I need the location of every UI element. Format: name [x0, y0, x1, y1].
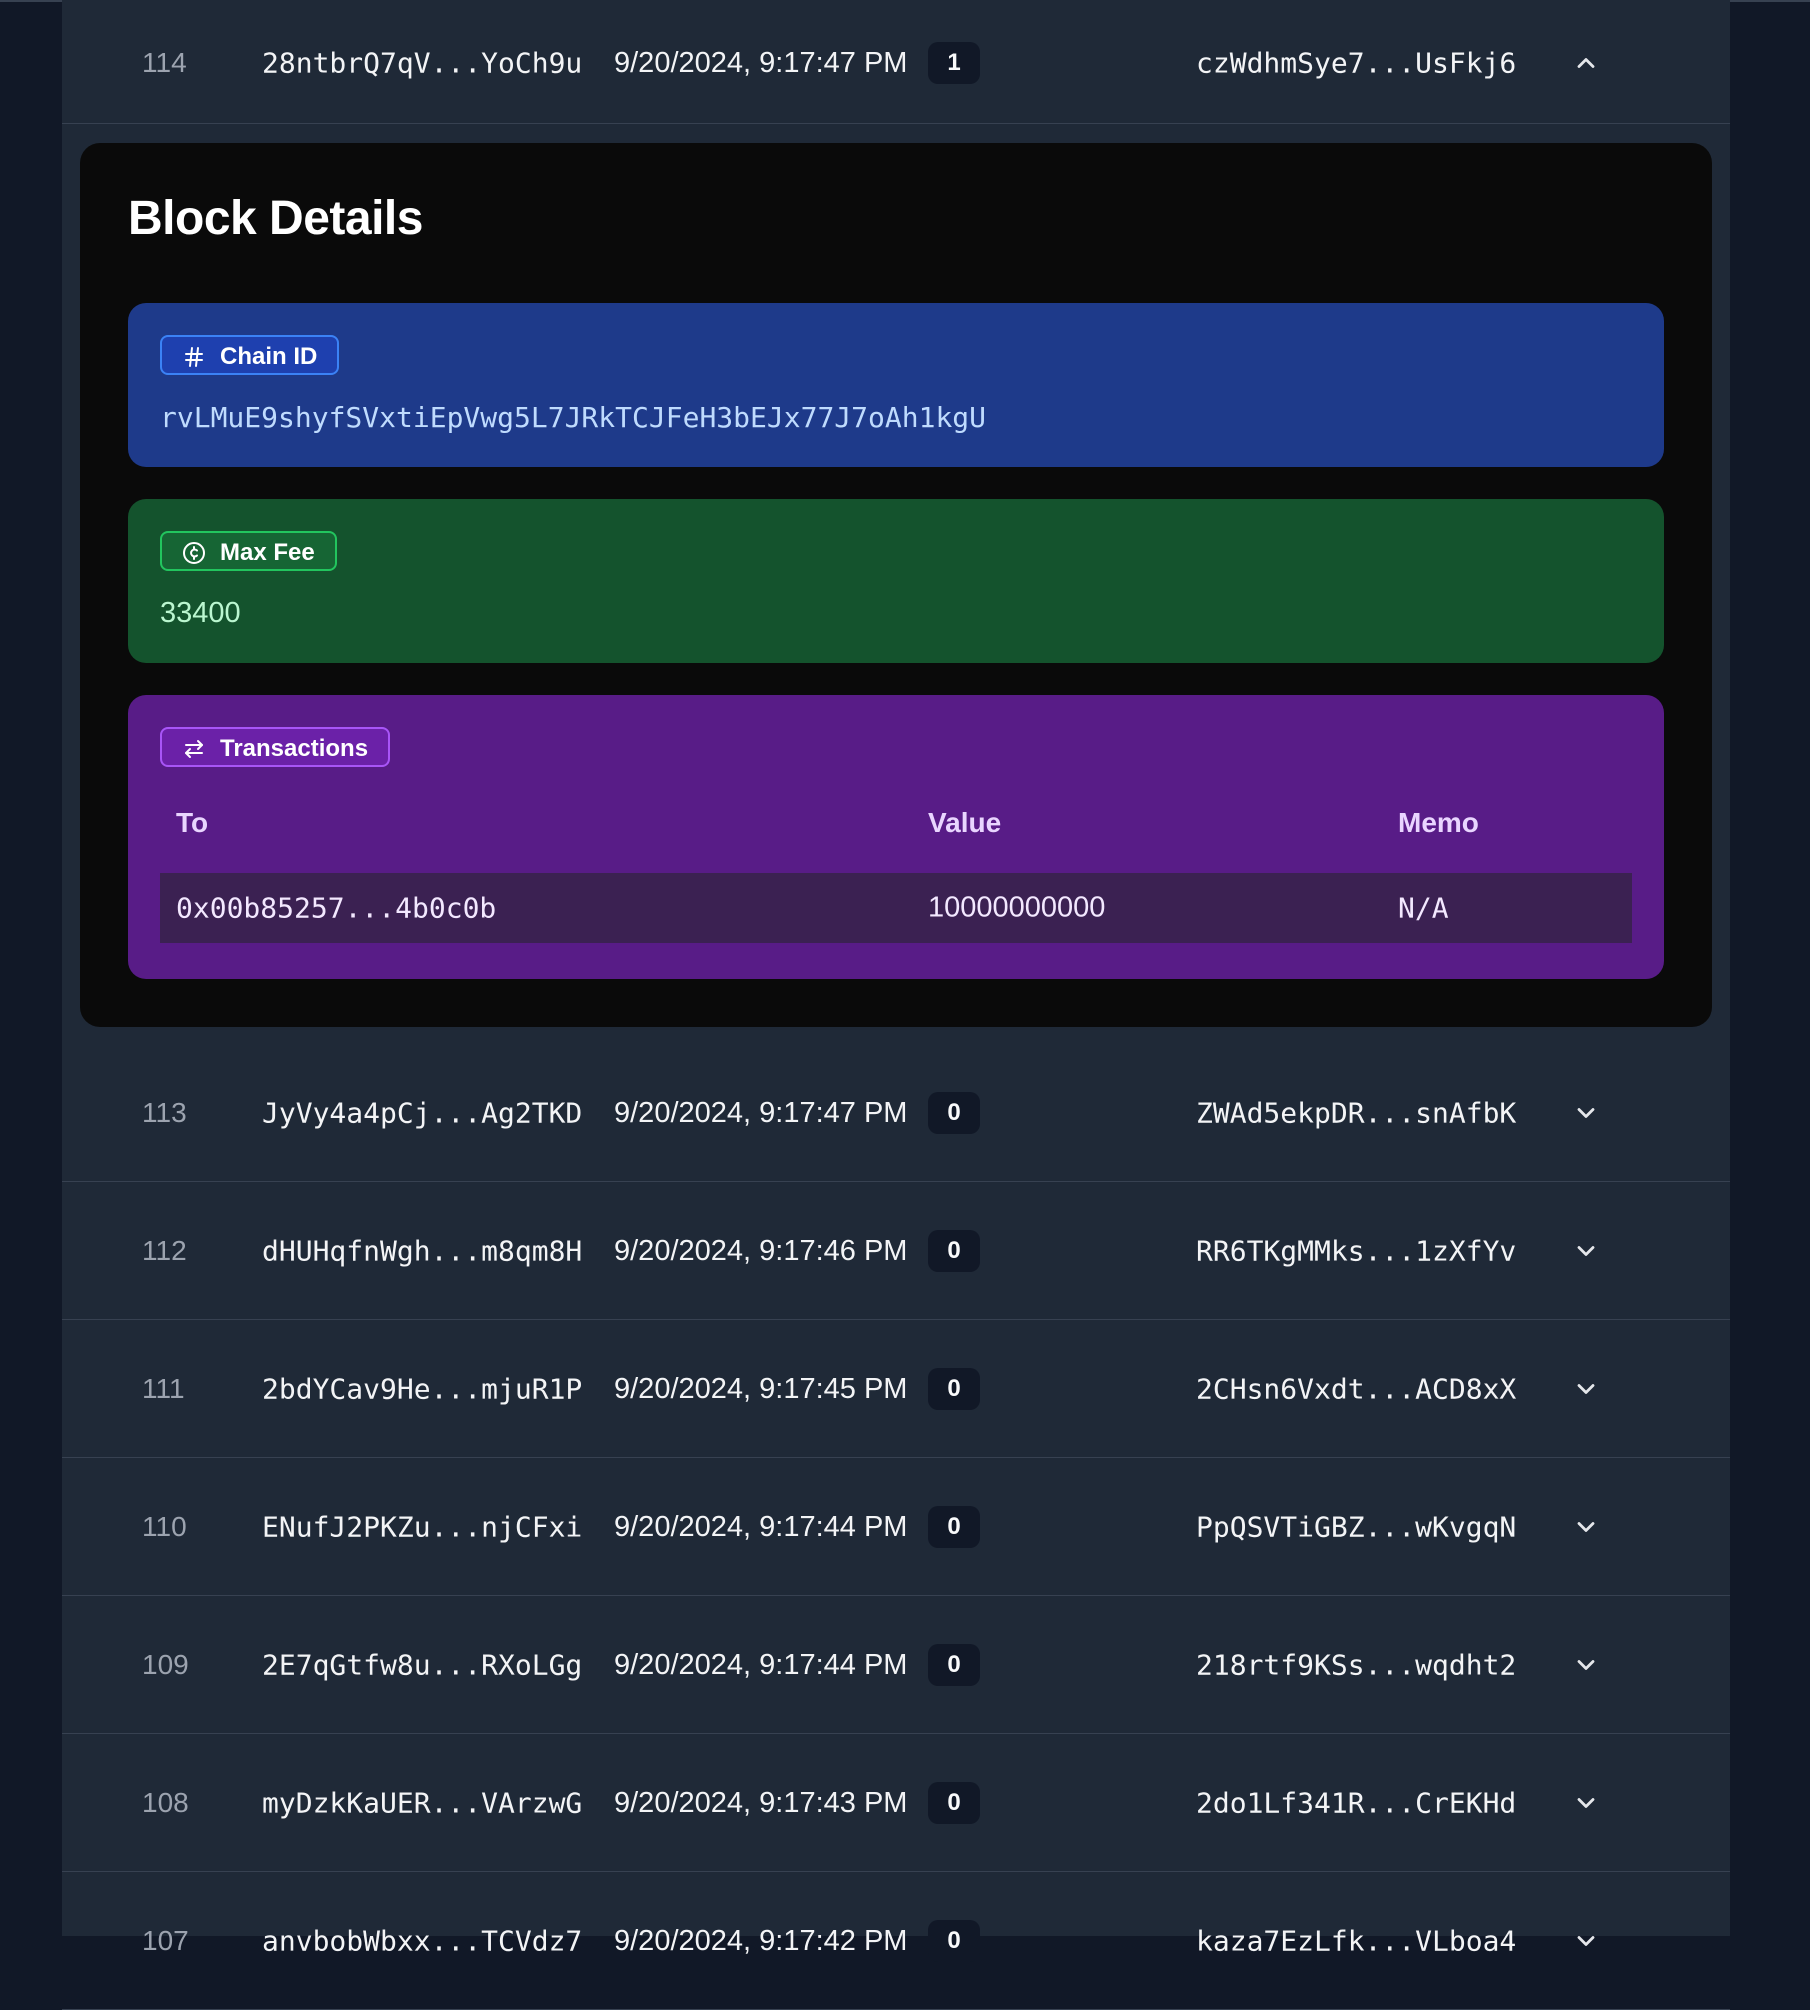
chevron-down-icon[interactable] [1572, 1651, 1600, 1679]
blocks-table: 114 28ntbrQ7qV...YoCh9u 9/20/2024, 9:17:… [62, 0, 1730, 2010]
block-timestamp: 9/20/2024, 9:17:44 PM [614, 1510, 908, 1543]
block-number: 109 [142, 1648, 189, 1680]
chevron-down-icon[interactable] [1572, 1099, 1600, 1127]
block-timestamp: 9/20/2024, 9:17:43 PM [614, 1786, 908, 1819]
chevron-down-icon[interactable] [1572, 1927, 1600, 1955]
transactions-label: Transactions [220, 735, 369, 762]
block-row[interactable]: 108 myDzkKaUER...VArzwG 9/20/2024, 9:17:… [62, 1734, 1730, 1872]
transaction-count-badge: 0 [928, 1367, 980, 1410]
chain-id-value: rvLMuE9shyfSVxtiEpVwg5L7JRkTCJFeH3bEJx77… [160, 401, 987, 434]
block-row[interactable]: 114 28ntbrQ7qV...YoCh9u 9/20/2024, 9:17:… [62, 2, 1730, 124]
block-miner: RR6TKgMMks...1zXfYv [1196, 1234, 1517, 1267]
block-miner: kaza7EzLfk...VLboa4 [1196, 1924, 1517, 1957]
block-timestamp: 9/20/2024, 9:17:47 PM [614, 46, 908, 79]
block-row[interactable]: 113 JyVy4a4pCj...Ag2TKD 9/20/2024, 9:17:… [62, 1044, 1730, 1182]
coin-icon [183, 542, 205, 564]
column-header-value: Value [928, 807, 1002, 838]
block-timestamp: 9/20/2024, 9:17:46 PM [614, 1234, 908, 1267]
block-timestamp: 9/20/2024, 9:17:42 PM [614, 1924, 908, 1957]
block-hash: anvbobWbxx...TCVdz7 [262, 1924, 583, 1957]
block-details-title: Block Details [128, 192, 423, 245]
transaction-count-badge: 0 [928, 1505, 980, 1548]
transaction-count-badge: 0 [928, 1229, 980, 1272]
block-row[interactable]: 112 dHUHqfnWgh...m8qm8H 9/20/2024, 9:17:… [62, 1182, 1730, 1320]
transaction-count-badge: 0 [928, 1091, 980, 1134]
block-number: 113 [142, 1096, 187, 1128]
block-hash: JyVy4a4pCj...Ag2TKD [262, 1096, 583, 1129]
block-hash: 28ntbrQ7qV...YoCh9u [262, 46, 583, 79]
block-number: 112 [142, 1234, 187, 1266]
block-miner: 2CHsn6Vxdt...ACD8xX [1196, 1372, 1517, 1405]
block-miner: czWdhmSye7...UsFkj6 [1196, 46, 1517, 79]
block-number: 107 [142, 1924, 189, 1956]
transactions-tag: Transactions [160, 727, 391, 767]
block-timestamp: 9/20/2024, 9:17:45 PM [614, 1372, 908, 1405]
column-header-to: To [176, 807, 209, 838]
block-miner: PpQSVTiGBZ...wKvgqN [1196, 1510, 1517, 1543]
max-fee-tag: Max Fee [160, 531, 337, 571]
transaction-count-badge: 0 [928, 1919, 980, 1962]
block-miner: 2do1Lf341R...CrEKHd [1196, 1786, 1517, 1819]
transaction-row: 0x00b85257...4b0c0b 10000000000 N/A [160, 873, 1632, 943]
block-miner: ZWAd5ekpDR...snAfbK [1196, 1096, 1517, 1129]
max-fee-value: 33400 [160, 597, 241, 629]
max-fee-card: Max Fee 33400 [128, 499, 1664, 663]
chevron-up-icon[interactable] [1572, 49, 1600, 77]
block-number: 108 [142, 1786, 189, 1818]
block-miner: 218rtf9KSs...wqdht2 [1196, 1648, 1517, 1681]
block-number: 114 [142, 46, 187, 78]
block-number: 111 [142, 1372, 185, 1404]
chevron-down-icon[interactable] [1572, 1513, 1600, 1541]
chain-id-card: Chain ID rvLMuE9shyfSVxtiEpVwg5L7JRkTCJF… [128, 303, 1664, 467]
block-number: 110 [142, 1510, 187, 1542]
block-timestamp: 9/20/2024, 9:17:44 PM [614, 1648, 908, 1681]
block-hash: ENufJ2PKZu...njCFxi [262, 1510, 583, 1543]
transactions-card: Transactions To Value Memo 0x00b85257...… [128, 695, 1664, 979]
transaction-count-badge: 1 [928, 41, 980, 84]
block-row[interactable]: 107 anvbobWbxx...TCVdz7 9/20/2024, 9:17:… [62, 1872, 1730, 2010]
block-details-panel: Block Details Chain ID rvLMuE9shyfSVxtiE… [80, 143, 1712, 1027]
block-row[interactable]: 109 2E7qGtfw8u...RXoLGg 9/20/2024, 9:17:… [62, 1596, 1730, 1734]
max-fee-label: Max Fee [220, 539, 315, 566]
chevron-down-icon[interactable] [1572, 1375, 1600, 1403]
chain-id-tag: Chain ID [160, 335, 340, 375]
transaction-count-badge: 0 [928, 1781, 980, 1824]
arrows-swap-icon [185, 740, 203, 758]
block-hash: myDzkKaUER...VArzwG [262, 1786, 583, 1819]
transaction-value: 10000000000 [928, 891, 1106, 924]
block-row[interactable]: 110 ENufJ2PKZu...njCFxi 9/20/2024, 9:17:… [62, 1458, 1730, 1596]
chevron-down-icon[interactable] [1572, 1237, 1600, 1265]
transaction-memo: N/A [1398, 891, 1449, 925]
transaction-count-badge: 0 [928, 1643, 980, 1686]
chevron-down-icon[interactable] [1572, 1789, 1600, 1817]
transaction-to: 0x00b85257...4b0c0b [176, 891, 497, 925]
column-header-memo: Memo [1398, 807, 1479, 838]
block-hash: dHUHqfnWgh...m8qm8H [262, 1234, 583, 1267]
block-hash: 2E7qGtfw8u...RXoLGg [262, 1648, 583, 1681]
block-row[interactable]: 111 2bdYCav9He...mjuR1P 9/20/2024, 9:17:… [62, 1320, 1730, 1458]
hash-icon [185, 347, 203, 367]
block-hash: 2bdYCav9He...mjuR1P [262, 1372, 583, 1405]
chain-id-label: Chain ID [220, 343, 318, 370]
block-timestamp: 9/20/2024, 9:17:47 PM [614, 1096, 908, 1129]
